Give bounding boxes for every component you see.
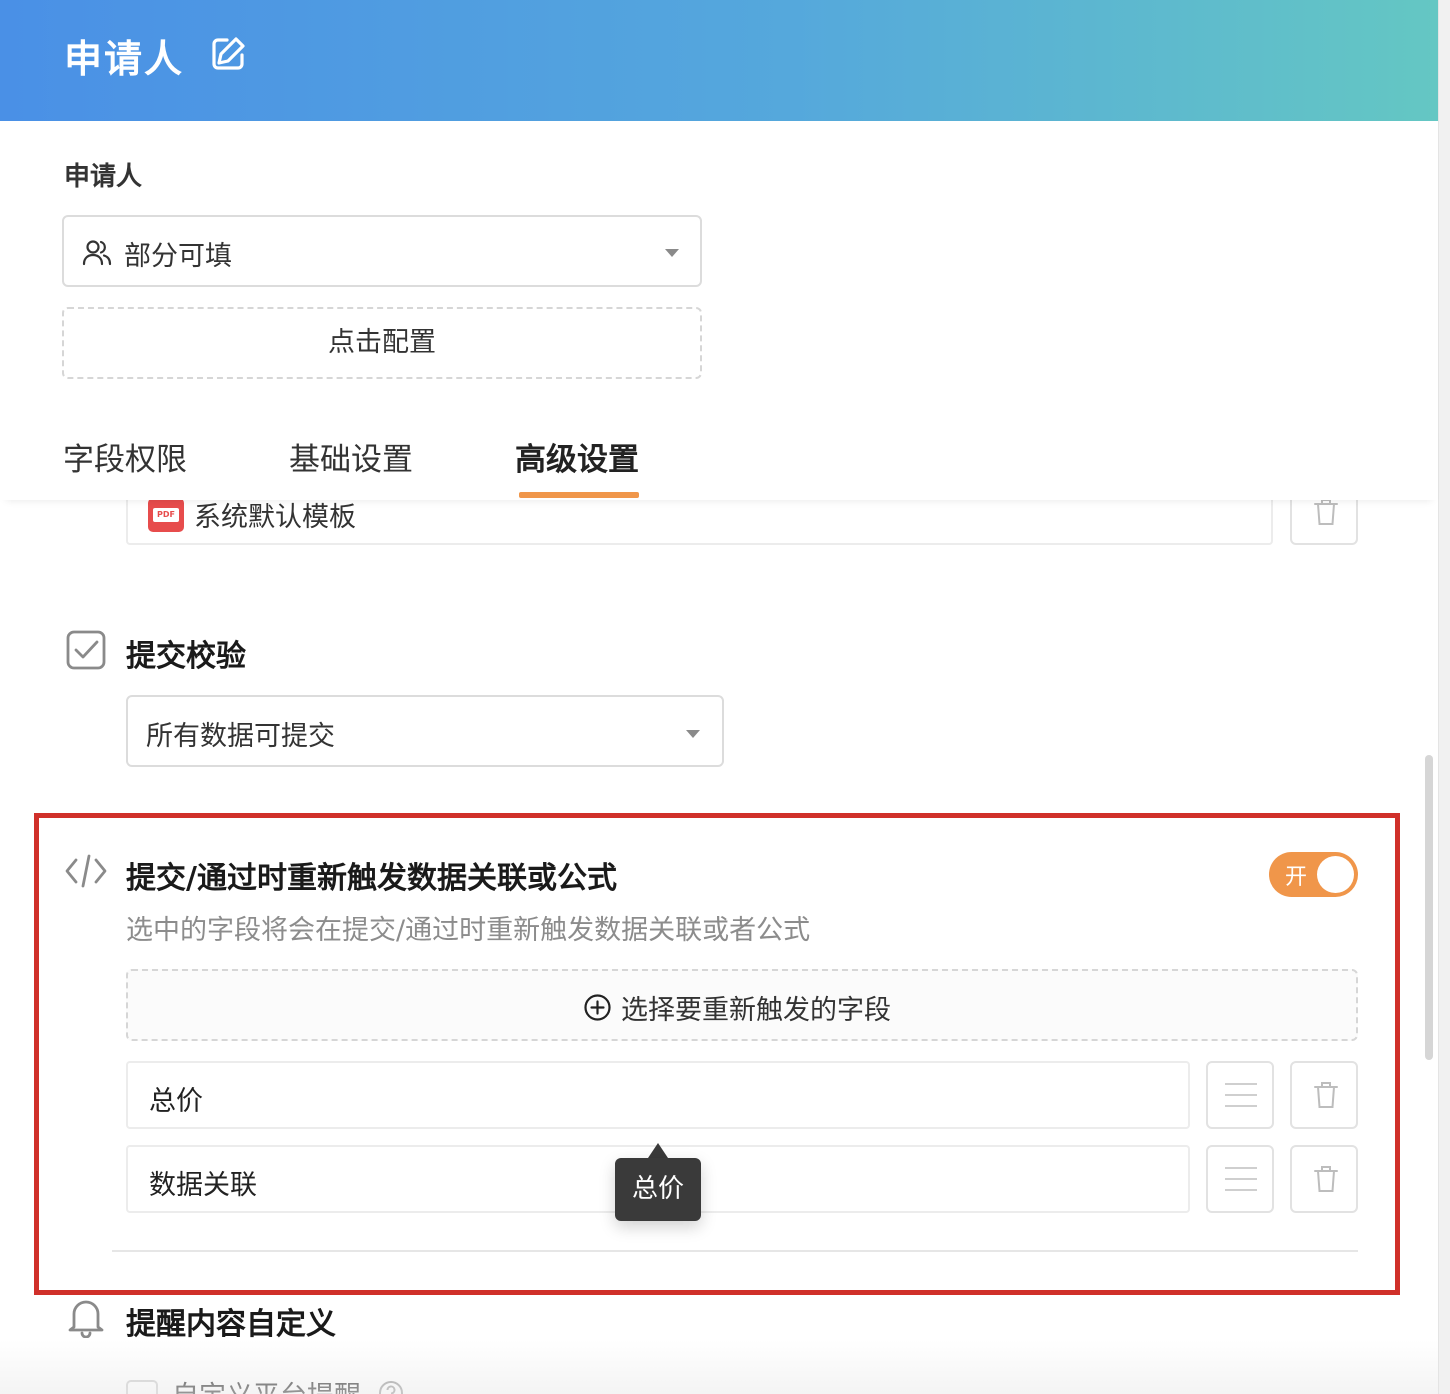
retrigger-field-row[interactable]: 总价 <box>126 1061 1190 1129</box>
toggle-label: 开 <box>1285 865 1308 890</box>
settings-tabs: 字段权限 基础设置 高级设置 <box>0 420 1438 500</box>
header-title: 申请人 <box>64 37 185 81</box>
submit-validation-value: 所有数据可提交 <box>146 721 335 752</box>
retrigger-field-name: 数据关联 <box>149 1170 257 1201</box>
permission-value: 部分可填 <box>124 241 232 272</box>
custom-reminder-label: 自定义平台提醒 <box>172 1374 361 1394</box>
drag-handle-icon <box>1225 1167 1257 1193</box>
pdf-icon-label: PDF <box>153 508 179 522</box>
section-divider <box>112 1250 1358 1252</box>
drag-handle-button[interactable] <box>1206 1061 1274 1129</box>
edit-icon[interactable] <box>208 34 248 74</box>
page: 申请人 申请人 部分可填 点击配置 PDF 系统默认模板 字段权限 基础设置 高… <box>0 0 1450 1394</box>
header: 申请人 <box>0 0 1438 121</box>
users-icon <box>82 240 112 266</box>
retrigger-field-name: 总价 <box>149 1086 203 1117</box>
window-edge <box>1438 0 1450 1394</box>
permission-select[interactable]: 部分可填 <box>62 215 702 287</box>
active-tab-indicator <box>519 492 639 498</box>
trash-icon <box>1314 499 1338 525</box>
trash-icon <box>1314 1166 1338 1192</box>
retrigger-title: 提交/通过时重新触发数据关联或公式 <box>126 861 617 896</box>
retrigger-description: 选中的字段将会在提交/通过时重新触发数据关联或者公式 <box>126 915 811 946</box>
code-icon <box>65 854 107 888</box>
scrollbar-thumb[interactable] <box>1425 755 1433 1060</box>
tab-field-permission[interactable]: 字段权限 <box>63 434 187 479</box>
tooltip-arrow <box>648 1143 668 1158</box>
drag-handle-button[interactable] <box>1206 1145 1274 1213</box>
select-retrigger-fields-button[interactable]: 选择要重新触发的字段 <box>126 969 1358 1041</box>
submit-validation-title: 提交校验 <box>126 639 246 674</box>
tab-basic-settings[interactable]: 基础设置 <box>289 434 413 479</box>
config-button[interactable]: 点击配置 <box>62 307 702 379</box>
help-icon[interactable] <box>378 1380 404 1394</box>
delete-field-button[interactable] <box>1290 1145 1358 1213</box>
field-tooltip: 总价 <box>615 1158 701 1221</box>
tab-advanced-settings[interactable]: 高级设置 <box>515 434 639 479</box>
field-label: 申请人 <box>64 162 143 192</box>
template-name: 系统默认模板 <box>194 502 356 533</box>
chevron-down-icon <box>665 249 679 257</box>
retrigger-toggle[interactable]: 开 <box>1269 852 1358 897</box>
delete-field-button[interactable] <box>1290 1061 1358 1129</box>
custom-reminder-checkbox[interactable] <box>126 1380 158 1394</box>
select-retrigger-fields-label: 选择要重新触发的字段 <box>621 995 891 1026</box>
reminder-title: 提醒内容自定义 <box>126 1307 336 1342</box>
trash-icon <box>1314 1082 1338 1108</box>
drag-handle-icon <box>1225 1083 1257 1109</box>
checkbox-icon <box>66 630 106 670</box>
bell-icon <box>68 1300 104 1338</box>
pdf-icon: PDF <box>148 498 184 532</box>
toggle-knob <box>1317 856 1354 893</box>
plus-circle-icon <box>584 994 611 1021</box>
submit-validation-select[interactable]: 所有数据可提交 <box>126 695 724 767</box>
chevron-down-icon <box>686 730 700 738</box>
